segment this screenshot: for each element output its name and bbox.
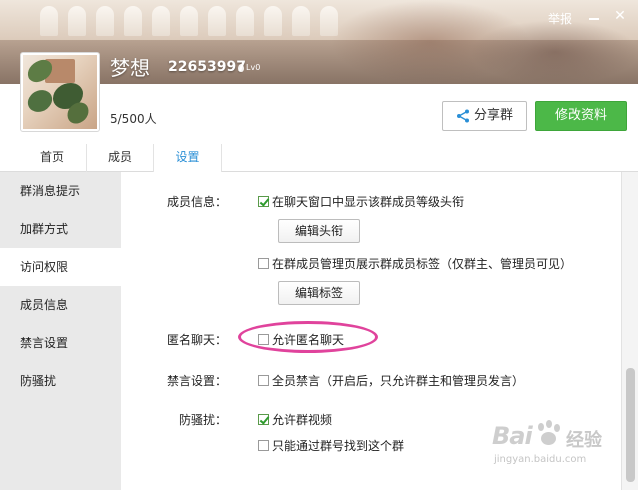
settings-scrollbar[interactable] [621,172,638,490]
group-avatar[interactable] [20,52,100,132]
mute-settings-label: 禁言设置： [166,374,227,388]
edit-profile-button[interactable]: 修改资料 [535,101,627,131]
sidebar-item-member-info[interactable]: 成员信息 [0,286,121,324]
show-level-title-checkbox[interactable]: 在聊天窗口中显示该群成员等级头衔 [258,193,464,210]
sidebar-item-access-permission[interactable]: 访问权限 [0,248,121,286]
show-member-tag-text: 在群成员管理页展示群成员标签（仅群主、管理员可见） [272,257,573,271]
member-count: 5/500人 [110,112,157,126]
minimize-icon[interactable] [586,8,602,24]
checkbox-checked-icon [258,196,269,207]
baidu-paw-icon [534,420,562,448]
checkbox-unchecked-icon [258,375,269,386]
level-drop-icon [238,64,244,72]
sidebar-item-anti-harassment[interactable]: 防骚扰 [0,362,121,400]
find-by-id-only-text: 只能通过群号找到这个群 [272,439,405,453]
level-badge-text: Lv0 [246,63,261,72]
close-icon[interactable]: ✕ [612,8,628,24]
tab-home[interactable]: 首页 [20,144,84,172]
share-group-button[interactable]: 分享群 [442,101,527,131]
tab-settings[interactable]: 设置 [154,144,222,173]
watermark-logo-text: Bai [492,422,533,450]
anonymous-chat-label: 匿名聊天： [166,333,227,347]
report-link[interactable]: 举报 [548,10,572,27]
allow-group-video-checkbox[interactable]: 允许群视频 [258,411,332,428]
baidu-jingyan-watermark: Bai 经验 jingyan.baidu.com [492,420,622,470]
show-level-title-text: 在聊天窗口中显示该群成员等级头衔 [272,195,465,209]
mute-all-text: 全员禁言（开启后，只允许群主和管理员发言） [272,374,525,388]
banner-arches-decoration [40,6,338,40]
avatar-photo [23,55,97,129]
highlight-annotation [238,321,378,353]
show-member-tag-checkbox[interactable]: 在群成员管理页展示群成员标签（仅群主、管理员可见） [258,255,572,272]
tab-members[interactable]: 成员 [86,144,154,172]
allow-group-video-text: 允许群视频 [272,413,333,427]
sidebar-item-mute-settings[interactable]: 禁言设置 [0,324,121,362]
level-badge: Lv0 [238,62,260,74]
edit-title-button[interactable]: 编辑头衔 [278,219,360,243]
group-id: 22653997 [168,59,246,75]
share-group-label: 分享群 [473,108,513,123]
watermark-url: jingyan.baidu.com [494,454,587,465]
share-icon [456,109,469,123]
find-by-id-only-checkbox[interactable]: 只能通过群号找到这个群 [258,437,404,454]
member-info-label: 成员信息： [166,195,227,209]
tab-bar: 首页 成员 设置 [0,144,638,173]
group-name: 梦想 [110,56,150,80]
anti-harassment-label: 防骚扰： [178,413,227,427]
edit-tag-button[interactable]: 编辑标签 [278,281,360,305]
checkbox-unchecked-icon [258,440,269,451]
settings-sidebar: 群消息提示 加群方式 访问权限 成员信息 禁言设置 防骚扰 [0,172,121,490]
scrollbar-thumb[interactable] [626,368,635,482]
mute-all-checkbox[interactable]: 全员禁言（开启后，只允许群主和管理员发言） [258,372,524,389]
sidebar-item-join-method[interactable]: 加群方式 [0,210,121,248]
checkbox-checked-icon [258,414,269,425]
checkbox-unchecked-icon [258,258,269,269]
sidebar-item-message-alert[interactable]: 群消息提示 [0,172,121,210]
watermark-text: 经验 [566,430,602,451]
